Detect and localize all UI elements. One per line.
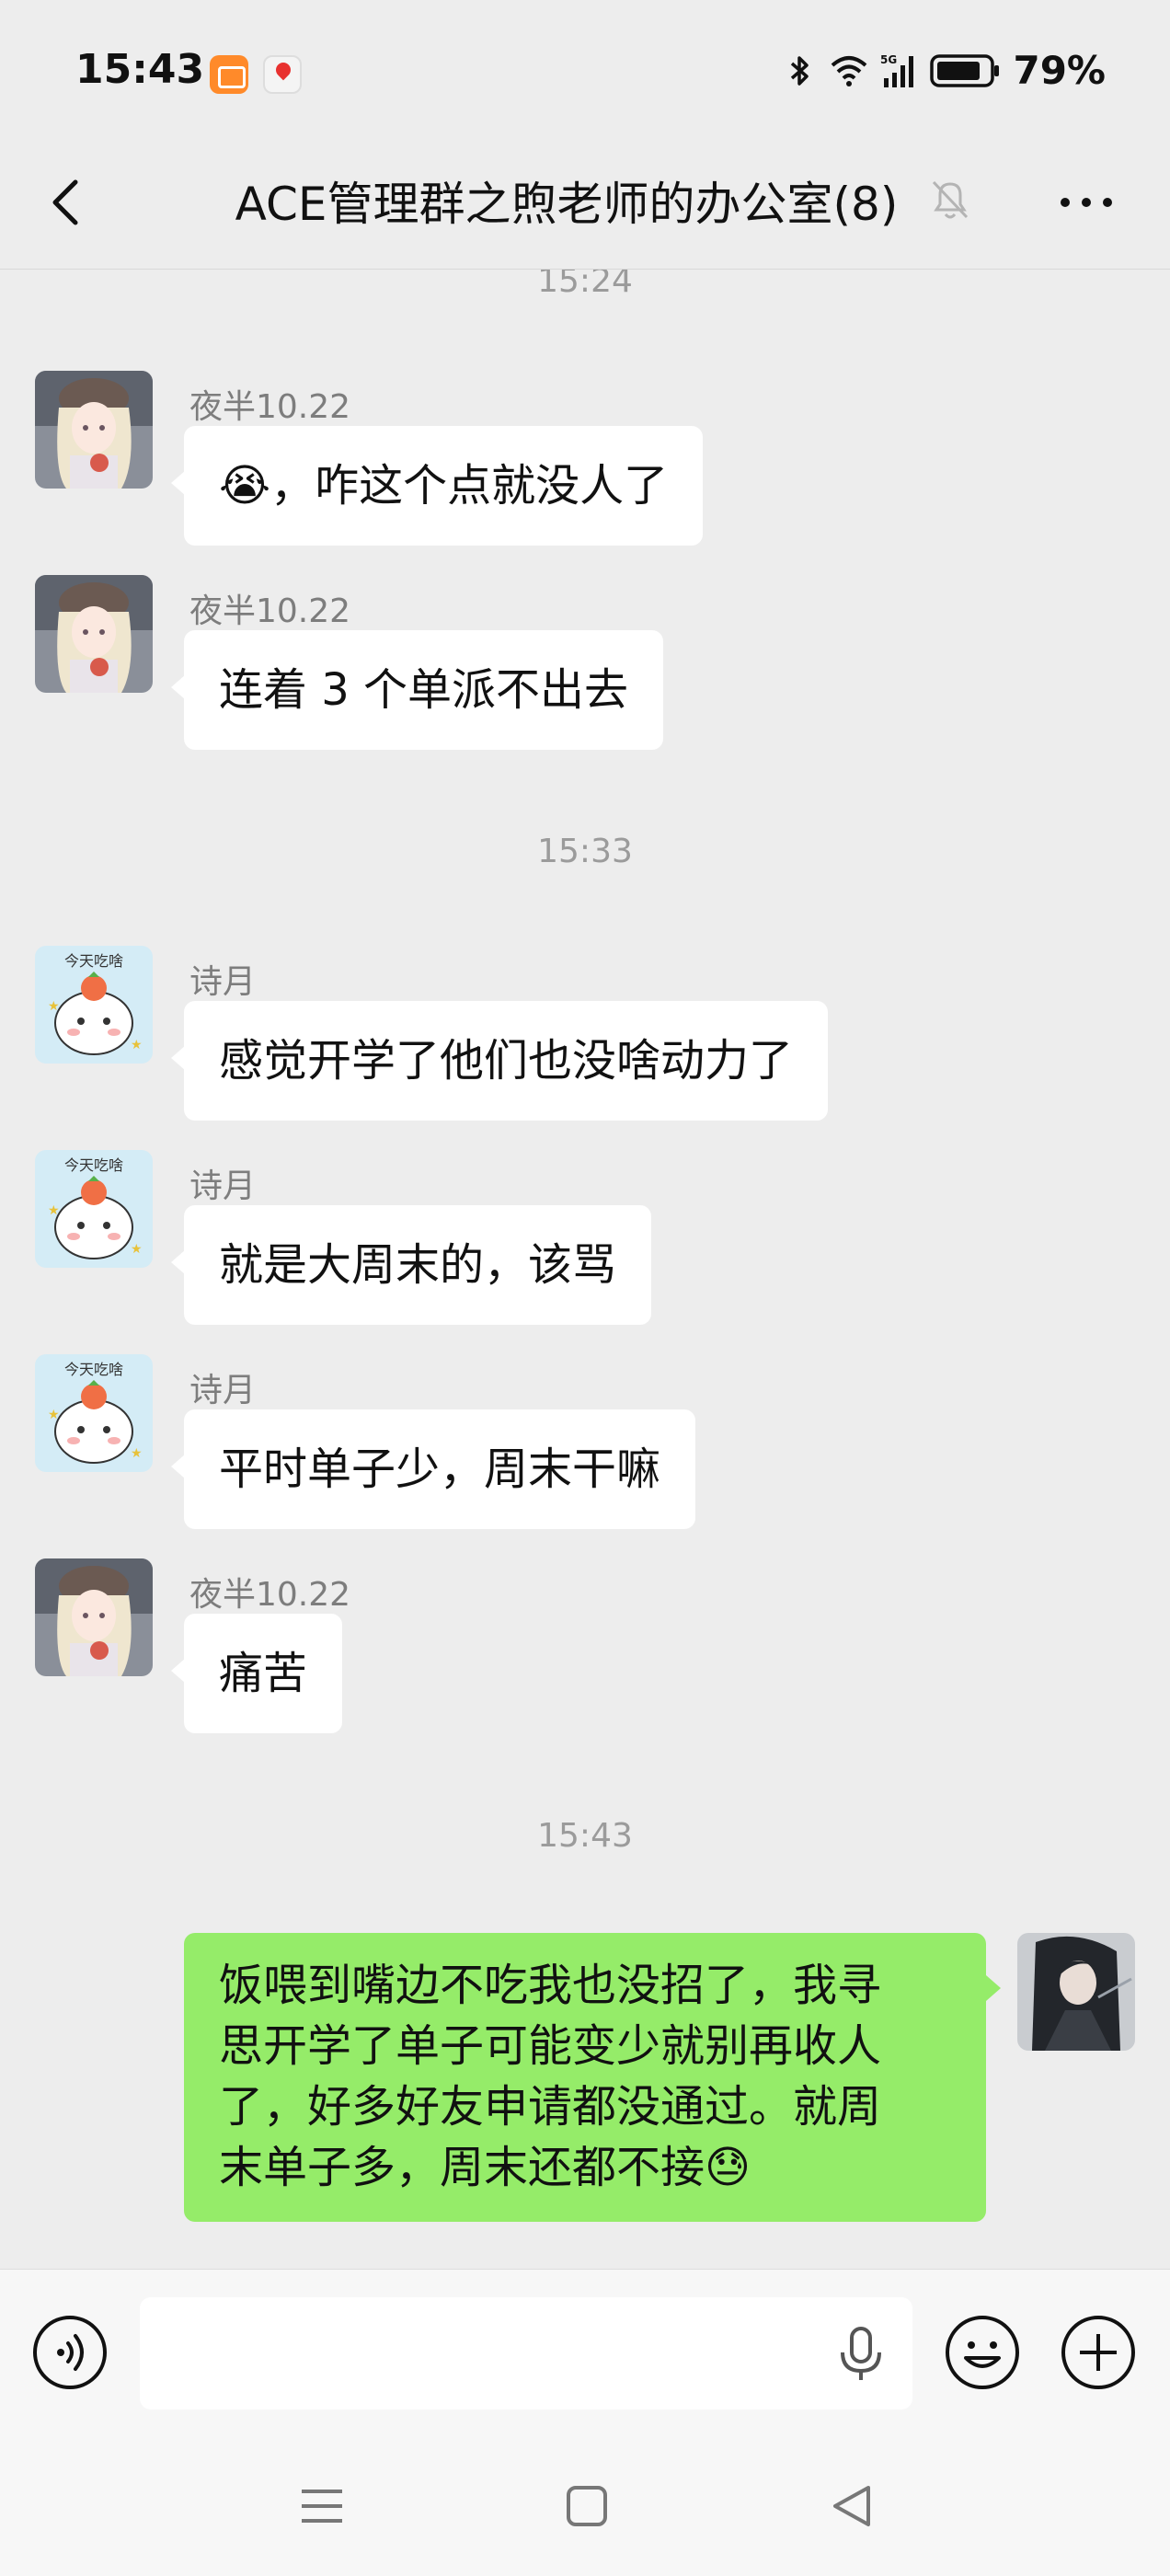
message-input[interactable]	[140, 2297, 912, 2409]
system-nav-bar	[0, 2431, 1170, 2576]
svg-text:★: ★	[131, 1446, 143, 1461]
message-bubble[interactable]: 平时单子少，周末干嘛	[170, 1409, 696, 1529]
cat-avatar[interactable]: 今天吃啥 ★ ★	[35, 946, 153, 1064]
avatar-caption: 今天吃啥	[64, 1156, 123, 1174]
svg-text:★: ★	[48, 1408, 60, 1422]
message-bubble[interactable]: 连着 3 个单派不出去	[170, 630, 664, 750]
back-triangle-icon[interactable]	[830, 2482, 874, 2530]
sender-name: 夜半10.22	[189, 1576, 351, 1614]
message-text: 就是大周末的，该骂	[219, 1239, 617, 1291]
sender-name: 夜半10.22	[189, 592, 351, 630]
message-text: 平时单子少，周末干嘛	[219, 1443, 661, 1495]
battery-icon	[930, 53, 1000, 87]
message-text: ，咋这个点就没人了	[270, 460, 669, 512]
anime-girl-avatar[interactable]	[35, 575, 153, 693]
avatar-caption: 今天吃啥	[64, 1361, 123, 1378]
battery-percentage: 79%	[1013, 48, 1106, 93]
svg-text:★: ★	[48, 1203, 60, 1218]
wifi-icon	[832, 55, 867, 86]
input-bar	[0, 2269, 1170, 2431]
mic-icon[interactable]	[835, 2325, 887, 2384]
plus-icon[interactable]	[1060, 2314, 1137, 2391]
cat-avatar[interactable]: 今天吃啥 ★ ★	[35, 1354, 153, 1472]
bluetooth-icon	[791, 55, 809, 86]
timestamp: 15:24	[537, 270, 633, 300]
message-bubble[interactable]: 感觉开学了他们也没啥动力了	[170, 1001, 829, 1121]
message-text-line: 饭喂到嘴边不吃我也没招了，我寻	[219, 1960, 882, 2011]
timestamp: 15:33	[537, 833, 633, 870]
sender-name: 诗月	[189, 963, 257, 1001]
status-bar: 15:43 5G 79%	[0, 0, 1170, 138]
sender-name: 夜半10.22	[189, 388, 351, 426]
message-bubble[interactable]: 痛苦	[170, 1614, 343, 1733]
chat-message-list[interactable]: 15:24 夜半10.22 😭，咋这个点就没人了 夜半10.22 连着 3 个单…	[0, 270, 1170, 2266]
message-text: 连着 3 个单派不出去	[219, 664, 629, 716]
message-text: 痛苦	[219, 1648, 308, 1699]
svg-text:★: ★	[131, 1242, 143, 1257]
svg-text:★: ★	[131, 1038, 143, 1052]
svg-text:5G: 5G	[880, 53, 897, 66]
own-message-bubble[interactable]: 饭喂到嘴边不吃我也没招了，我寻 思开学了单子可能变少就别再收人 了，好多好友申请…	[184, 1933, 1001, 2222]
message-text-line: 思开学了单子可能变少就别再收人	[219, 2020, 882, 2072]
swordsman-avatar[interactable]	[1017, 1933, 1135, 2051]
chat-header: ACE管理群之煦老师的办公室(8)	[0, 138, 1170, 269]
svg-text:★: ★	[48, 999, 60, 1014]
sender-name: 诗月	[189, 1372, 257, 1409]
anime-girl-avatar[interactable]	[35, 371, 153, 489]
message-bubble[interactable]: 😭，咋这个点就没人了	[170, 426, 704, 546]
voice-icon[interactable]	[31, 2314, 109, 2391]
cat-avatar[interactable]: 今天吃啥 ★ ★	[35, 1150, 153, 1268]
map-app-icon	[263, 55, 302, 94]
message-text-line: 了，好多好友申请都没通过。就周	[219, 2081, 882, 2133]
chat-title: ACE管理群之煦老师的办公室(8)	[235, 178, 899, 231]
crying-face-emoji: 😭	[219, 460, 271, 512]
message-bubble[interactable]: 就是大周末的，该骂	[170, 1205, 652, 1325]
more-icon[interactable]	[1054, 175, 1118, 230]
calendar-app-icon	[210, 55, 248, 94]
timestamp: 15:43	[537, 1817, 633, 1855]
message-text-line: 末单子多，周末还都不接	[219, 2142, 705, 2193]
mute-bell-icon	[932, 180, 969, 219]
status-time: 15:43	[75, 46, 205, 93]
emoji-icon[interactable]	[944, 2314, 1021, 2391]
anime-girl-avatar[interactable]	[35, 1558, 153, 1676]
avatar-caption: 今天吃啥	[64, 952, 123, 970]
sender-name: 诗月	[189, 1167, 257, 1205]
signal-icon: 5G	[880, 53, 914, 87]
home-icon[interactable]	[565, 2484, 609, 2528]
message-text: 感觉开学了他们也没啥动力了	[219, 1035, 794, 1087]
sweat-face-emoji: 😓	[705, 2142, 751, 2193]
menu-icon[interactable]	[300, 2486, 344, 2526]
